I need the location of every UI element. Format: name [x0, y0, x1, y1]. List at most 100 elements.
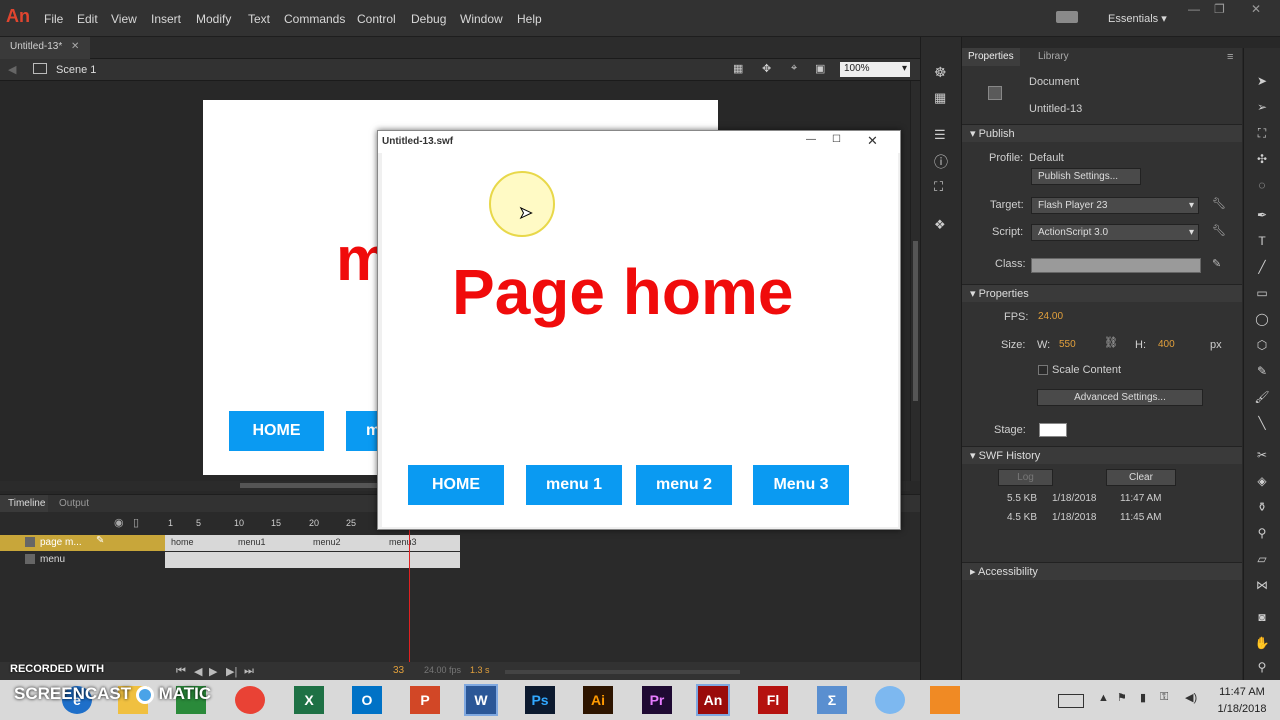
- center-stage-icon[interactable]: ⌖: [791, 62, 797, 75]
- menu2-button[interactable]: menu 2: [636, 465, 732, 505]
- minimize-icon[interactable]: —: [1188, 2, 1200, 16]
- frame-strip[interactable]: home menu1 menu2 menu3: [165, 535, 460, 551]
- align-icon[interactable]: ☰: [934, 127, 946, 143]
- flash-icon[interactable]: Fl: [758, 686, 788, 714]
- advanced-settings-button[interactable]: Advanced Settings...: [1037, 389, 1203, 406]
- camera-tool-icon[interactable]: ◙: [1254, 610, 1270, 624]
- swf-minimize-icon[interactable]: —: [806, 134, 816, 145]
- blue-app-icon[interactable]: [875, 686, 905, 714]
- accessibility-section-header[interactable]: ▸ Accessibility: [962, 562, 1242, 580]
- transform-icon[interactable]: ✥: [762, 62, 771, 75]
- tab-close-icon[interactable]: ✕: [71, 41, 79, 52]
- hand-tool-icon[interactable]: ✋: [1254, 636, 1270, 650]
- subselection-tool-icon[interactable]: ➢: [1254, 100, 1270, 114]
- powerpoint-icon[interactable]: P: [410, 686, 440, 714]
- paint-brush-icon[interactable]: ╲: [1254, 416, 1270, 430]
- class-input[interactable]: [1031, 258, 1201, 273]
- info-icon[interactable]: ⓘ: [934, 152, 948, 172]
- eyedropper-icon[interactable]: ⚲: [1254, 526, 1270, 540]
- menu-view[interactable]: View: [111, 12, 137, 26]
- zoom-select[interactable]: 100% ▾: [840, 62, 910, 77]
- tab-output[interactable]: Output: [59, 498, 89, 509]
- tray-chevron-icon[interactable]: ▲: [1098, 692, 1109, 704]
- width-value[interactable]: 550: [1059, 339, 1076, 350]
- menu-file[interactable]: File: [44, 12, 63, 26]
- menu-help[interactable]: Help: [517, 12, 542, 26]
- script-wrench-icon[interactable]: 🔧︎: [1212, 224, 1226, 237]
- photoshop-icon[interactable]: Ps: [525, 686, 555, 714]
- outlook-icon[interactable]: O: [352, 686, 382, 714]
- clock-date[interactable]: 1/18/2018: [1212, 703, 1272, 715]
- battery-icon[interactable]: ▮: [1140, 691, 1146, 704]
- stage-color-swatch[interactable]: [1039, 423, 1067, 437]
- clip-icon[interactable]: ▣: [815, 62, 825, 75]
- menu-insert[interactable]: Insert: [151, 12, 181, 26]
- next-frame-icon[interactable]: ▶|: [226, 665, 237, 678]
- flag-icon[interactable]: ⚑: [1117, 691, 1127, 704]
- lock-icon[interactable]: ▯: [133, 516, 139, 529]
- swf-history-section-header[interactable]: ▾ SWF History: [962, 446, 1242, 464]
- brush-tool-icon[interactable]: 🖌︎: [1254, 390, 1270, 404]
- rectangle-tool-icon[interactable]: ▭: [1254, 286, 1270, 300]
- layer-menu[interactable]: menu: [0, 552, 460, 568]
- swf-maximize-icon[interactable]: ☐: [832, 134, 841, 145]
- motion-editor-icon[interactable]: ☸: [934, 64, 947, 81]
- screencast-app-icon[interactable]: [930, 686, 960, 714]
- menu-window[interactable]: Window: [460, 12, 503, 26]
- transform-panel-icon[interactable]: ⛶: [934, 179, 943, 195]
- tab-library[interactable]: Library: [1032, 48, 1075, 66]
- volume-icon[interactable]: ◀): [1185, 691, 1197, 704]
- selection-tool-icon[interactable]: ➤: [1254, 74, 1270, 88]
- ink-bottle-icon[interactable]: ⚱: [1254, 500, 1270, 514]
- premiere-icon[interactable]: Pr: [642, 686, 672, 714]
- edit-symbols-icon[interactable]: ▦: [733, 62, 743, 75]
- swf-close-icon[interactable]: ✕: [867, 133, 878, 149]
- scroll-thumb[interactable]: [913, 241, 918, 401]
- keyboard-icon[interactable]: [1058, 694, 1084, 708]
- stage-menu-button-partial[interactable]: m: [346, 411, 380, 451]
- height-value[interactable]: 400: [1158, 339, 1175, 350]
- menu1-button[interactable]: menu 1: [526, 465, 622, 505]
- log-button[interactable]: Log: [998, 469, 1053, 486]
- sync-icon[interactable]: [1056, 11, 1078, 23]
- pencil-icon[interactable]: ✎: [96, 535, 104, 546]
- pencil-tool-icon[interactable]: ✎: [1254, 364, 1270, 378]
- eye-icon[interactable]: ◉: [114, 516, 124, 529]
- line-tool-icon[interactable]: ╱: [1254, 260, 1270, 274]
- tab-properties[interactable]: Properties: [962, 48, 1020, 66]
- components-icon[interactable]: ❖: [934, 217, 946, 233]
- tab-untitled-13[interactable]: Untitled-13* ✕: [0, 37, 90, 59]
- first-frame-icon[interactable]: ⏮: [176, 665, 186, 678]
- menu-text[interactable]: Text: [248, 12, 270, 26]
- home-button[interactable]: HOME: [408, 465, 504, 505]
- stage-home-button[interactable]: HOME: [229, 411, 324, 451]
- class-edit-icon[interactable]: ✎: [1212, 257, 1221, 270]
- menu-control[interactable]: Control: [357, 12, 396, 26]
- tab-timeline[interactable]: Timeline: [0, 495, 48, 513]
- menu-edit[interactable]: Edit: [77, 12, 98, 26]
- 3d-rotation-icon[interactable]: ✣: [1254, 152, 1270, 166]
- timeline-scrollbar[interactable]: [505, 670, 740, 674]
- illustrator-icon[interactable]: Ai: [583, 686, 613, 714]
- link-icon[interactable]: ⛓: [1104, 336, 1118, 349]
- width-tool-icon[interactable]: ⋈: [1254, 578, 1270, 592]
- eraser-icon[interactable]: ▱: [1254, 552, 1270, 566]
- publish-section-header[interactable]: ▾ Publish: [962, 124, 1242, 142]
- scale-content-checkbox[interactable]: [1038, 365, 1048, 375]
- lasso-icon[interactable]: ◌: [1254, 178, 1270, 192]
- oval-tool-icon[interactable]: ◯: [1254, 312, 1270, 326]
- text-tool-icon[interactable]: T: [1254, 234, 1270, 248]
- play-icon[interactable]: ▶: [209, 665, 217, 678]
- paint-bucket-icon[interactable]: ◈: [1254, 474, 1270, 488]
- target-wrench-icon[interactable]: 🔧︎: [1212, 197, 1226, 210]
- network-icon[interactable]: ⚿: [1160, 691, 1168, 704]
- clock-time[interactable]: 11:47 AM: [1212, 686, 1272, 698]
- workspace-switcher[interactable]: Essentials ▾: [1108, 12, 1167, 25]
- restore-icon[interactable]: ❐: [1214, 2, 1225, 16]
- script-select[interactable]: ActionScript 3.0 ▾: [1031, 224, 1199, 241]
- pen-tool-icon[interactable]: ✒: [1254, 208, 1270, 222]
- animate-icon[interactable]: An: [696, 684, 730, 716]
- free-transform-icon[interactable]: ⛶: [1254, 126, 1270, 140]
- last-frame-icon[interactable]: ⏭: [244, 665, 254, 678]
- zoom-tool-icon[interactable]: ⚲: [1254, 660, 1270, 674]
